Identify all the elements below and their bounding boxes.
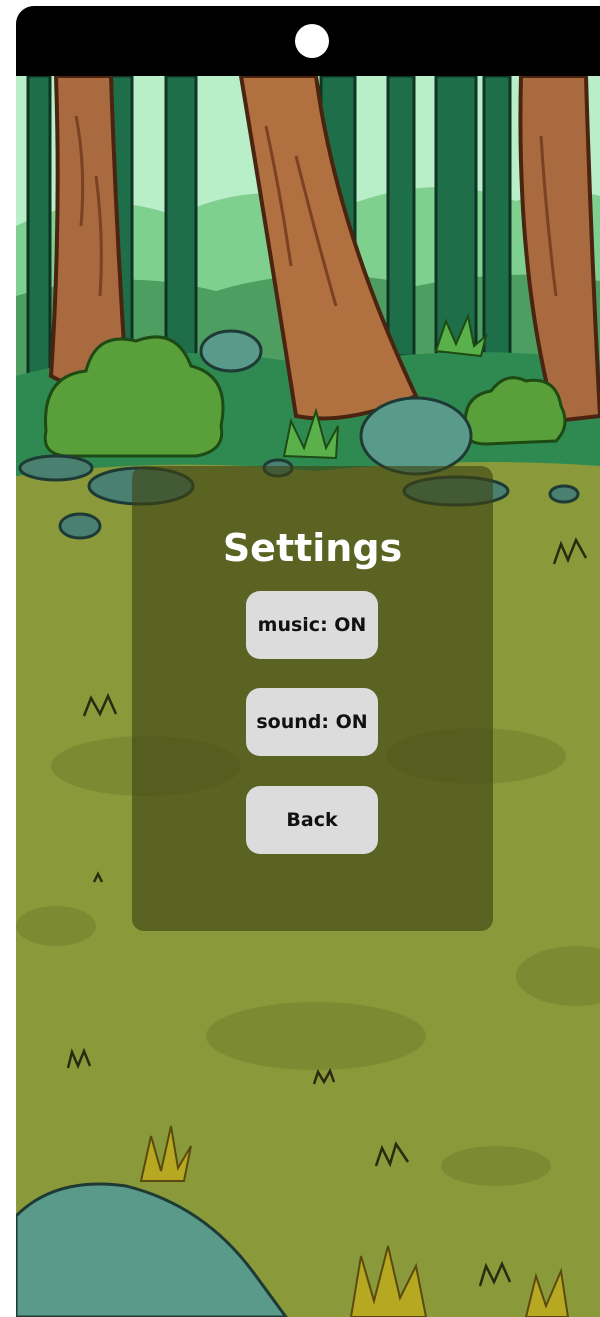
settings-title: Settings [222, 526, 403, 570]
settings-panel: Settings music: ON sound: ON Back [132, 466, 493, 931]
music-toggle-button[interactable]: music: ON [246, 591, 378, 659]
status-bar [16, 6, 600, 76]
front-camera-cutout [295, 24, 329, 58]
back-button[interactable]: Back [246, 786, 378, 854]
sound-toggle-button[interactable]: sound: ON [246, 688, 378, 756]
game-screen: Settings music: ON sound: ON Back [16, 6, 600, 1317]
